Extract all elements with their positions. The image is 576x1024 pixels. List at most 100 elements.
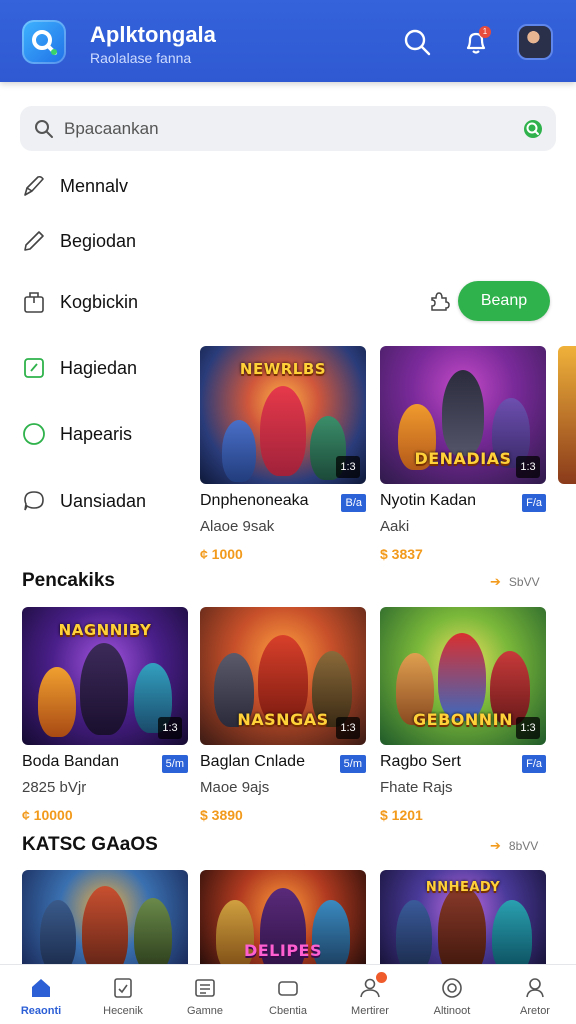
- game-tag: 5/m: [339, 755, 366, 773]
- arrow-right-icon: ➔: [490, 838, 501, 853]
- bottom-navigation: Reaonti Hecenik Gamne Cbentia Mertirer A…: [0, 964, 576, 1024]
- pen-icon: [20, 172, 48, 200]
- game-thumbnail: NEWRLBS 1:3: [200, 346, 366, 484]
- thumbnail-badge: 1:3: [516, 456, 540, 478]
- window-icon: [275, 975, 301, 1001]
- nav-item-6[interactable]: Altinoot: [411, 965, 493, 1024]
- menu-item-label: Hapearis: [60, 423, 133, 444]
- game-price: ¢ 10000: [22, 807, 73, 823]
- menu-item-2[interactable]: Begiodan: [20, 221, 136, 261]
- pencil-icon: [20, 227, 48, 255]
- search-icon: [35, 120, 53, 138]
- circle-icon: [20, 420, 48, 448]
- home-icon: [28, 975, 54, 1001]
- section-title: Pencakiks: [22, 570, 115, 591]
- thumbnail-badge: 1:3: [516, 717, 540, 739]
- game-card[interactable]: NAGNNIBY 1:3 Boda Bandan 5/m 2825 bVjr ¢…: [22, 607, 188, 823]
- nav-label: Cbentia: [269, 1005, 307, 1017]
- see-all-label: 8bVV: [508, 839, 539, 853]
- nav-label: Altinoot: [433, 1005, 471, 1017]
- game-price: ¢ 1000: [200, 546, 243, 562]
- game-card[interactable]: [22, 870, 188, 964]
- section-title: KATSC GAaOS: [22, 834, 158, 855]
- voice-search-icon[interactable]: [522, 118, 544, 140]
- thumbnail-title: NEWRLBS: [239, 360, 327, 378]
- game-tag: F/a: [522, 494, 546, 512]
- game-card[interactable]: DELIPES: [200, 870, 366, 964]
- game-name: Ragbo Sert: [380, 753, 461, 770]
- shield-icon: [110, 975, 136, 1001]
- featured-card-2[interactable]: DENADIAS 1:3 Nyotin Kadan F/a Aaki $ 383…: [380, 346, 546, 562]
- game-subtitle: Fhate Rajs: [380, 779, 453, 796]
- menu-item-label: Mennalv: [60, 175, 129, 196]
- game-thumbnail: NASNGAS 1:3: [200, 607, 366, 745]
- featured-card-1[interactable]: NEWRLBS 1:3 Dnphenoneaka B/a Alaoe 9sak …: [200, 346, 366, 562]
- game-subtitle: Maoe 9ajs: [200, 779, 270, 796]
- thumbnail-badge: 1:3: [336, 717, 360, 739]
- game-price: $ 3890: [200, 807, 243, 823]
- menu-item-label: Hagiedan: [60, 357, 138, 378]
- game-tag: 5/m: [161, 755, 188, 773]
- nav-item-7[interactable]: Aretor: [494, 965, 576, 1024]
- see-all-label: SbVV: [508, 575, 540, 589]
- nav-label: Mertirer: [351, 1005, 389, 1017]
- search-icon: [404, 29, 431, 56]
- thumbnail-title: DELIPES: [243, 941, 323, 960]
- thumbnail-title: NNHEADY: [425, 880, 501, 895]
- nav-label: Hecenik: [103, 1005, 143, 1017]
- game-thumbnail: DELIPES: [200, 870, 366, 964]
- menu-item-6[interactable]: Uansiadan: [20, 481, 146, 521]
- see-all-link[interactable]: ➔ 8bVV: [490, 838, 538, 854]
- game-name: Baglan Cnlade: [200, 753, 305, 770]
- game-thumbnail: NAGNNIBY 1:3: [22, 607, 188, 745]
- notification-badge: 1: [479, 26, 491, 38]
- thumbnail-title: NAGNNIBY: [58, 621, 152, 639]
- thumbnail-badge: 1:3: [336, 456, 360, 478]
- nav-item-4[interactable]: Cbentia: [247, 965, 329, 1024]
- bag-icon: [20, 288, 48, 316]
- settings-icon: [439, 975, 465, 1001]
- menu-item-3[interactable]: Kogbickin: [20, 282, 138, 322]
- game-thumbnail: DENADIAS 1:3: [380, 346, 546, 484]
- menu-item-label: Uansiadan: [60, 490, 147, 511]
- nav-item-2[interactable]: Hecenik: [82, 965, 164, 1024]
- app-logo[interactable]: [22, 20, 66, 64]
- game-card[interactable]: NASNGAS 1:3 Baglan Cnlade 5/m Maoe 9ajs …: [200, 607, 366, 823]
- puzzle-icon[interactable]: [426, 288, 452, 314]
- search-bar[interactable]: [20, 106, 556, 151]
- app-header: Aplktongala Raolalase fanna 1: [0, 0, 576, 82]
- app-subtitle: Raolalase fanna: [90, 50, 192, 66]
- menu-item-4[interactable]: Hagiedan: [20, 348, 137, 388]
- featured-card-peek[interactable]: [558, 346, 576, 484]
- notifications-button[interactable]: 1: [460, 26, 492, 58]
- avatar[interactable]: [517, 24, 553, 60]
- game-price: $ 1201: [380, 807, 423, 823]
- game-subtitle: 2825 bVjr: [22, 779, 87, 796]
- search-input[interactable]: [64, 106, 484, 151]
- header-search-button[interactable]: [401, 26, 433, 58]
- game-thumbnail: NNHEADY: [380, 870, 546, 964]
- app-title: Aplktongala: [90, 22, 216, 47]
- game-name: Boda Bandan: [22, 753, 119, 770]
- game-thumbnail: GEBONNIN 1:3: [380, 607, 546, 745]
- action-button[interactable]: Beanp: [458, 281, 550, 321]
- nav-item-home[interactable]: Reaonti: [0, 965, 82, 1024]
- game-tag: F/a: [522, 755, 546, 773]
- menu-item-5[interactable]: Hapearis: [20, 414, 132, 454]
- notification-dot: [376, 972, 387, 983]
- nav-item-5[interactable]: Mertirer: [329, 965, 411, 1024]
- game-card[interactable]: NNHEADY: [380, 870, 546, 964]
- nav-label: Gamne: [186, 1005, 224, 1017]
- see-all-link[interactable]: ➔ SbVV: [490, 574, 540, 590]
- game-subtitle: Alaoe 9sak: [200, 518, 275, 535]
- clipboard-icon: [20, 354, 48, 382]
- menu-item-1[interactable]: Mennalv: [20, 166, 128, 206]
- profile-icon: [522, 975, 548, 1001]
- search-logo-icon: [32, 30, 57, 55]
- arrow-right-icon: ➔: [490, 574, 501, 589]
- game-price: $ 3837: [380, 546, 423, 562]
- user-icon: [357, 972, 387, 1001]
- game-card[interactable]: GEBONNIN 1:3 Ragbo Sert F/a Fhate Rajs $…: [380, 607, 546, 823]
- nav-label: Reaonti: [20, 1005, 62, 1017]
- nav-item-3[interactable]: Gamne: [164, 965, 246, 1024]
